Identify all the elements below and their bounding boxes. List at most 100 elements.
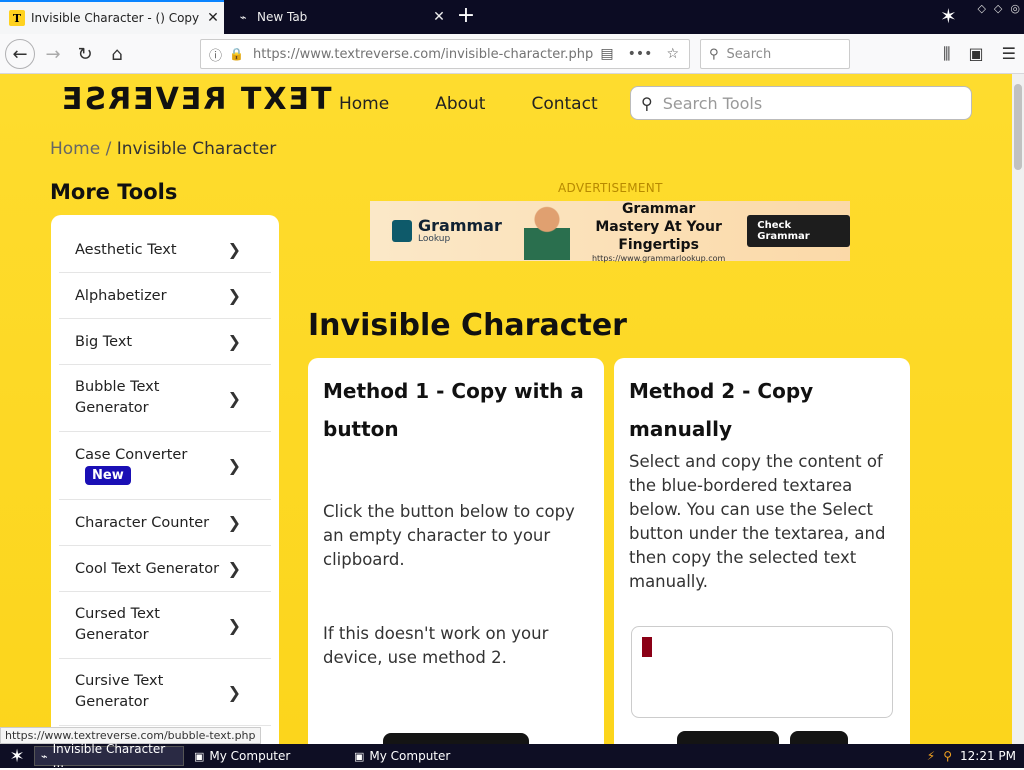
maximize-icon[interactable]: ◇ bbox=[994, 2, 1002, 15]
chevron-right-icon: ❯ bbox=[227, 388, 241, 408]
nav-home[interactable]: Home bbox=[339, 94, 389, 114]
taskbar-item-my-computer[interactable]: ▣ My Computer bbox=[188, 746, 338, 766]
page-actions-icon[interactable]: ••• bbox=[628, 46, 653, 62]
top-nav: Home About Contact bbox=[339, 94, 598, 114]
url-text[interactable]: https://www.textreverse.com/invisible-ch… bbox=[253, 47, 600, 62]
taskbar-label: My Computer bbox=[369, 749, 451, 763]
nav-contact[interactable]: Contact bbox=[531, 94, 597, 114]
ad-banner[interactable]: Grammar Lookup Grammar Mastery At Your F… bbox=[370, 200, 850, 263]
bookmark-star-icon[interactable]: ☆ bbox=[666, 46, 679, 62]
tool-label: Cursed Text Generator bbox=[75, 606, 160, 643]
minimize-icon[interactable]: ◇ bbox=[977, 2, 985, 15]
taskbar-label: My Computer bbox=[209, 749, 291, 763]
advertisement-label: ADVERTISEMENT bbox=[558, 181, 663, 195]
grammar-lookup-logo: Grammar Lookup bbox=[392, 218, 502, 244]
address-bar[interactable]: ⓘ 🔒 https://www.textreverse.com/invisibl… bbox=[200, 39, 690, 69]
tab-title: Invisible Character - () Copy and P bbox=[31, 11, 202, 25]
chevron-right-icon: ❯ bbox=[227, 559, 241, 578]
tab-bar: T Invisible Character - () Copy and P ✕ … bbox=[0, 0, 1024, 34]
nav-about[interactable]: About bbox=[435, 94, 485, 114]
tab-new-tab[interactable]: ⌁ New Tab ✕ bbox=[226, 0, 450, 34]
menu-icon[interactable]: ☰ bbox=[1002, 44, 1016, 64]
reload-icon[interactable]: ↻ bbox=[70, 39, 100, 69]
breadcrumb-home[interactable]: Home bbox=[50, 139, 100, 159]
taskbar-item-my-computer-2[interactable]: ▣ My Computer bbox=[348, 746, 498, 766]
method1-title: Method 1 - Copy with a button bbox=[323, 379, 584, 441]
home-icon[interactable]: ⌂ bbox=[102, 39, 132, 69]
tool-cursed-text-generator[interactable]: Cursed Text Generator ❯ bbox=[59, 592, 271, 659]
sidebar-icon[interactable]: ▣ bbox=[969, 44, 984, 64]
navigation-toolbar: ← → ↻ ⌂ ⓘ 🔒 https://www.textreverse.com/… bbox=[0, 34, 1024, 74]
search-icon: ⚲ bbox=[641, 93, 653, 113]
ad-url: https://www.grammarlookup.com bbox=[591, 253, 726, 263]
firefox-favicon-icon: ⌁ bbox=[239, 10, 247, 24]
scrollbar-thumb[interactable] bbox=[1014, 84, 1022, 170]
tool-label: Big Text bbox=[75, 333, 133, 350]
page-title: Invisible Character bbox=[308, 308, 627, 343]
tool-cursive-text-generator[interactable]: Cursive Text Generator ❯ bbox=[59, 659, 271, 726]
tool-label: Bubble Text Generator bbox=[75, 379, 160, 416]
breadcrumb-current: Invisible Character bbox=[116, 139, 277, 159]
method1-text-1: Click the button below to copy an empty … bbox=[323, 502, 575, 569]
close-window-icon[interactable]: ◎ bbox=[1010, 2, 1020, 15]
info-icon[interactable]: ⓘ bbox=[209, 45, 229, 64]
close-tab-icon[interactable]: ✕ bbox=[428, 9, 450, 25]
taskbar-item-browser[interactable]: ⌁ Invisible Character ... bbox=[34, 742, 184, 770]
tool-label: Cool Text Generator bbox=[75, 560, 220, 577]
ad-person-image bbox=[523, 202, 570, 260]
lock-icon: 🔒 bbox=[229, 47, 244, 61]
tool-cool-text-generator[interactable]: Cool Text Generator ❯ bbox=[59, 546, 271, 592]
tool-alphabetizer[interactable]: Alphabetizer ❯ bbox=[59, 273, 271, 319]
breadcrumb-separator: / bbox=[100, 139, 117, 159]
tool-label: Character Counter bbox=[75, 514, 210, 531]
window-controls: ◇ ◇ ◎ bbox=[977, 2, 1020, 15]
ad-brand-sub: Lookup bbox=[418, 234, 451, 244]
tool-label: Alphabetizer bbox=[75, 287, 167, 304]
select-button[interactable] bbox=[677, 731, 779, 744]
search-icon: ⚲ bbox=[709, 46, 719, 62]
system-tray: ⚡ ⚲ 12:21 PM bbox=[927, 744, 1016, 768]
tab-invisible-character[interactable]: T Invisible Character - () Copy and P ✕ bbox=[0, 0, 224, 34]
site-logo[interactable]: TEXT REVERSE bbox=[60, 82, 332, 117]
close-tab-icon[interactable]: ✕ bbox=[202, 10, 224, 26]
page-content: TEXT REVERSE Home About Contact ⚲ Search… bbox=[0, 74, 1012, 744]
method2-card: Method 2 - Copy manually Select and copy… bbox=[614, 358, 910, 744]
forward-arrow-icon[interactable]: → bbox=[38, 39, 68, 69]
method1-card: Method 1 - Copy with a button Click the … bbox=[308, 358, 604, 744]
copy-manual-button[interactable] bbox=[790, 731, 848, 744]
chevron-right-icon: ❯ bbox=[227, 286, 241, 305]
reader-view-icon[interactable]: ▤ bbox=[600, 46, 613, 62]
tool-aesthetic-text[interactable]: Aesthetic Text ❯ bbox=[59, 227, 271, 273]
more-tools-heading: More Tools bbox=[50, 180, 178, 204]
check-grammar-button[interactable]: Check Grammar bbox=[747, 215, 850, 247]
firefox-icon: ⌁ bbox=[41, 749, 48, 763]
browser-search-box[interactable]: ⚲ Search bbox=[700, 39, 850, 69]
tool-big-text[interactable]: Big Text ❯ bbox=[59, 319, 271, 365]
chevron-right-icon: ❯ bbox=[227, 332, 241, 351]
tool-bubble-text-generator[interactable]: Bubble Text Generator ❯ bbox=[59, 365, 271, 432]
tool-case-converter[interactable]: Case Converter New ❯ bbox=[59, 432, 271, 500]
page-scrollbar[interactable] bbox=[1012, 74, 1024, 744]
tab-title: New Tab bbox=[257, 10, 308, 24]
start-menu-icon[interactable]: ✶ bbox=[0, 746, 34, 767]
ad-headline: Grammar Mastery At Your Fingertips bbox=[595, 200, 722, 253]
search-tray-icon[interactable]: ⚲ bbox=[943, 749, 952, 763]
library-icon[interactable]: ⫼ bbox=[943, 44, 950, 64]
copy-button[interactable] bbox=[383, 733, 529, 744]
breadcrumb: Home / Invisible Character bbox=[50, 139, 276, 159]
clock: 12:21 PM bbox=[960, 749, 1016, 763]
chevron-right-icon: ❯ bbox=[227, 682, 241, 702]
new-tab-plus-icon[interactable]: + bbox=[452, 2, 480, 32]
tool-character-counter[interactable]: Character Counter ❯ bbox=[59, 500, 271, 546]
chevron-right-icon: ❯ bbox=[227, 456, 241, 475]
method2-title: Method 2 - Copy manually bbox=[629, 379, 814, 441]
invisible-character-textarea[interactable] bbox=[631, 626, 893, 718]
network-icon[interactable]: ⚡ bbox=[927, 749, 935, 763]
computer-icon: ▣ bbox=[194, 749, 205, 763]
method1-text-2: If this doesn't work on your device, use… bbox=[323, 624, 549, 667]
new-badge: New bbox=[85, 465, 131, 485]
search-placeholder: Search bbox=[726, 46, 772, 62]
tool-label: Cursive Text Generator bbox=[75, 673, 164, 710]
back-arrow-icon[interactable]: ← bbox=[5, 39, 35, 69]
site-search-input[interactable]: ⚲ Search Tools bbox=[630, 86, 972, 120]
